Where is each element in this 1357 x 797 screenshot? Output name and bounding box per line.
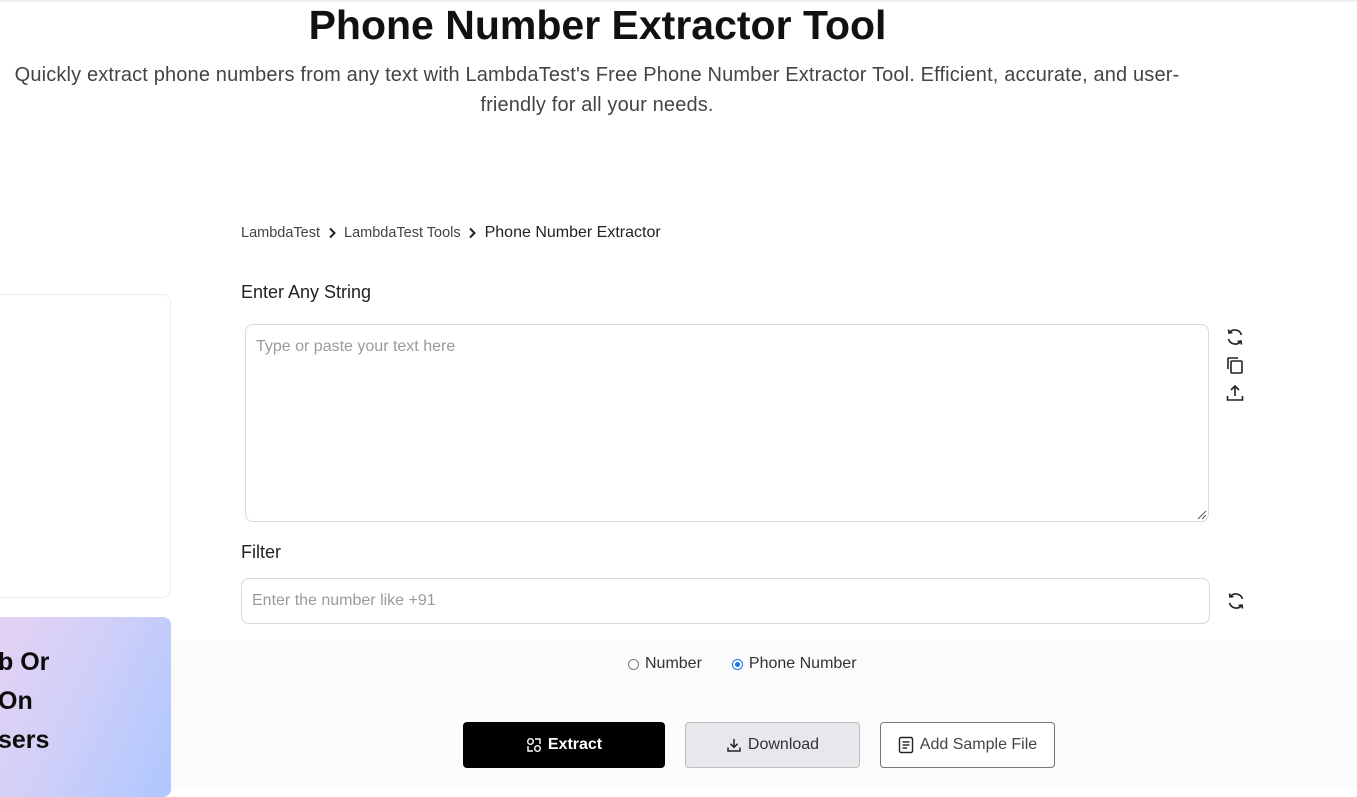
radio-phone-number-circle[interactable] [731,658,743,670]
promo-banner[interactable]: b Or On sers [0,617,171,797]
extract-button-label: Extract [547,736,603,753]
mode-radio-group: Number Phone Number [628,652,857,676]
breadcrumb-link-lambdatest[interactable]: LambdaTest [241,225,320,241]
document-icon [898,736,913,754]
extract-button[interactable]: Extract [463,722,665,768]
input-label: Enter Any String [241,282,372,302]
resize-grip-icon[interactable] [1197,510,1207,520]
chevron-right-icon [461,225,485,241]
refresh-icon[interactable] [1224,326,1246,348]
promo-line-3: sers [0,726,50,754]
filter-input[interactable] [241,578,1210,624]
chevron-right-icon [320,225,344,241]
page-title: Phone Number Extractor Tool [308,2,887,48]
side-card [0,294,171,598]
upload-icon[interactable] [1224,382,1246,404]
download-icon [727,739,741,752]
add-sample-file-button[interactable]: Add Sample File [880,722,1055,768]
radio-number[interactable]: Number [628,655,702,673]
copy-icon[interactable] [1224,354,1246,376]
promo-line-1: b Or [0,648,50,676]
promo-line-2: On [0,687,33,715]
radio-phone-number[interactable]: Phone Number [731,655,857,673]
page-subtitle: Quickly extract phone numbers from any t… [14,64,1180,116]
add-sample-file-label: Add Sample File [919,736,1038,753]
filter-label: Filter [241,542,281,562]
breadcrumb: LambdaTest LambdaTest Tools Phone Number… [241,222,661,244]
filter-refresh-icon[interactable] [1225,590,1247,612]
text-input-area[interactable] [245,324,1209,522]
download-button[interactable]: Download [685,722,860,768]
breadcrumb-current: Phone Number Extractor [484,224,661,241]
breadcrumb-link-tools[interactable]: LambdaTest Tools [344,225,461,241]
radio-number-label: Number [645,655,702,672]
download-button-label: Download [747,736,820,753]
extract-icon [526,738,541,752]
radio-number-circle[interactable] [628,658,639,670]
radio-phone-number-label: Phone Number [748,655,857,672]
